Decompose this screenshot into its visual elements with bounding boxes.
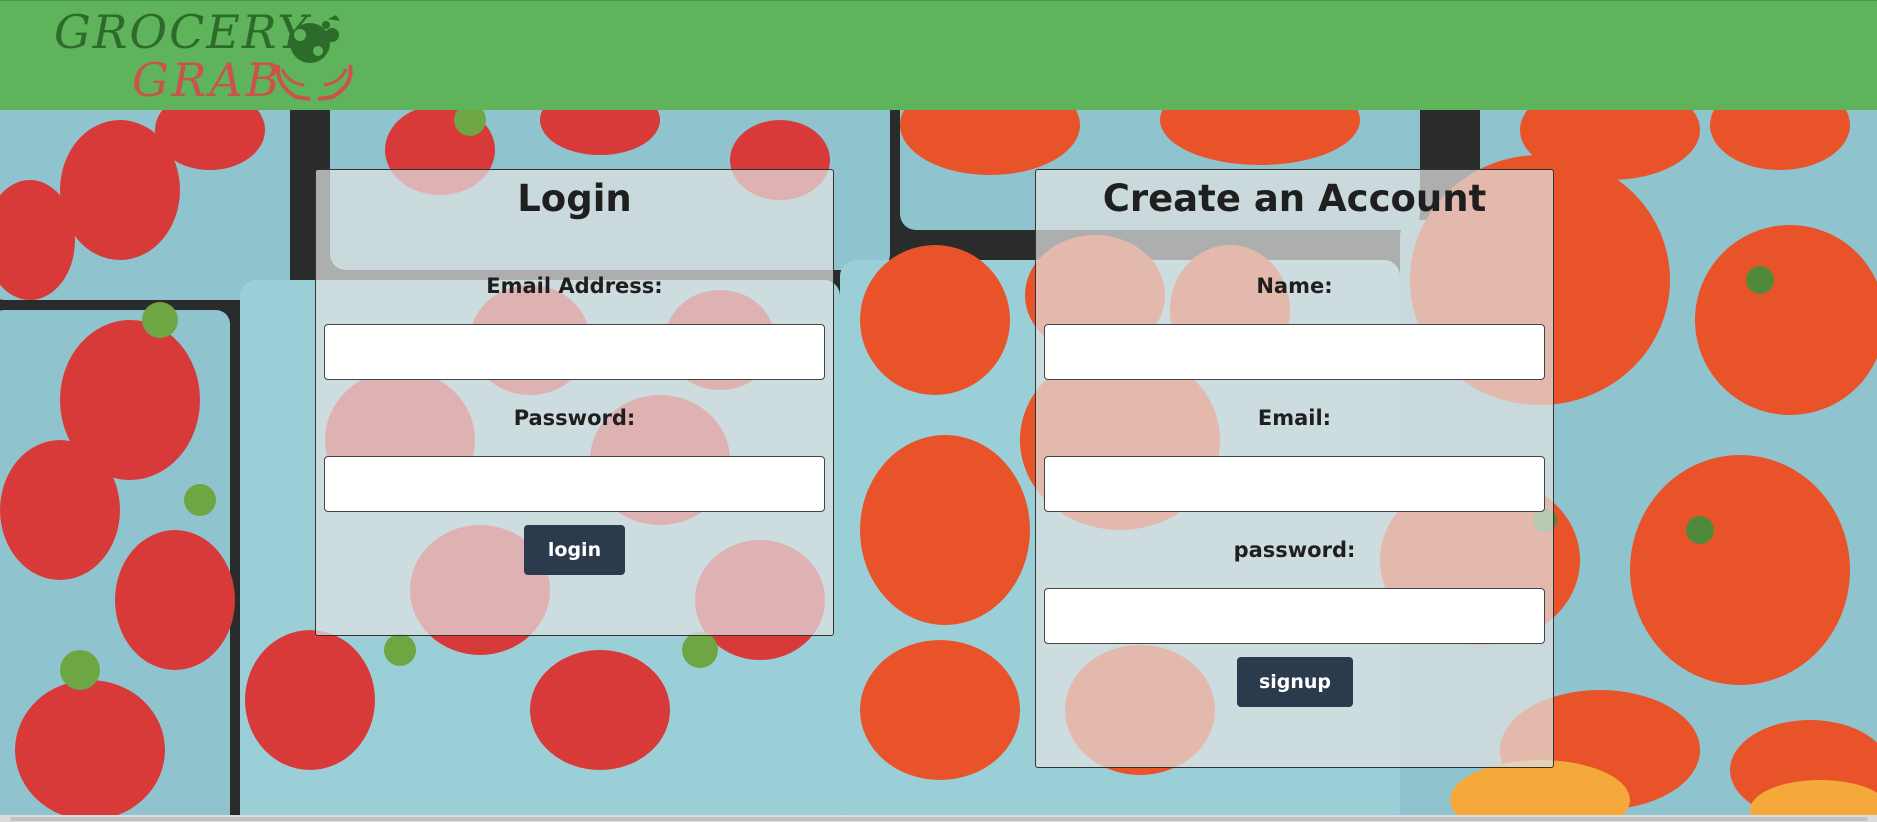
signup-button[interactable]: signup bbox=[1237, 657, 1353, 707]
create-account-panel: Create an Account Name: Email: password:… bbox=[1035, 169, 1554, 768]
signup-password-input[interactable] bbox=[1044, 588, 1545, 644]
signup-name-input[interactable] bbox=[1044, 324, 1545, 380]
name-label: Name: bbox=[1256, 274, 1333, 298]
create-account-title: Create an Account bbox=[1102, 177, 1487, 220]
password-label: Password: bbox=[513, 406, 636, 430]
scrollbar-thumb[interactable] bbox=[10, 817, 1868, 821]
login-email-input[interactable] bbox=[324, 324, 825, 380]
produce-background-image bbox=[0, 110, 1877, 818]
grocery-grab-logo[interactable]: GROCERY GRAB bbox=[52, 7, 353, 107]
login-password-input[interactable] bbox=[324, 456, 825, 512]
login-panel: Login Email Address: Password: login bbox=[315, 169, 834, 636]
login-button[interactable]: login bbox=[524, 525, 625, 575]
produce-in-hands-icon bbox=[275, 15, 353, 101]
strawberries-tomatoes-photo bbox=[0, 110, 1877, 818]
login-title: Login bbox=[517, 177, 632, 220]
signup-email-input[interactable] bbox=[1044, 456, 1545, 512]
email-label: Email: bbox=[1257, 406, 1332, 430]
signup-password-label: password: bbox=[1233, 538, 1356, 562]
email-address-label: Email Address: bbox=[486, 274, 663, 298]
horizontal-scrollbar[interactable] bbox=[0, 815, 1877, 822]
site-header: GROCERY GRAB bbox=[0, 0, 1877, 110]
logo-text-grab: GRAB bbox=[132, 53, 283, 107]
